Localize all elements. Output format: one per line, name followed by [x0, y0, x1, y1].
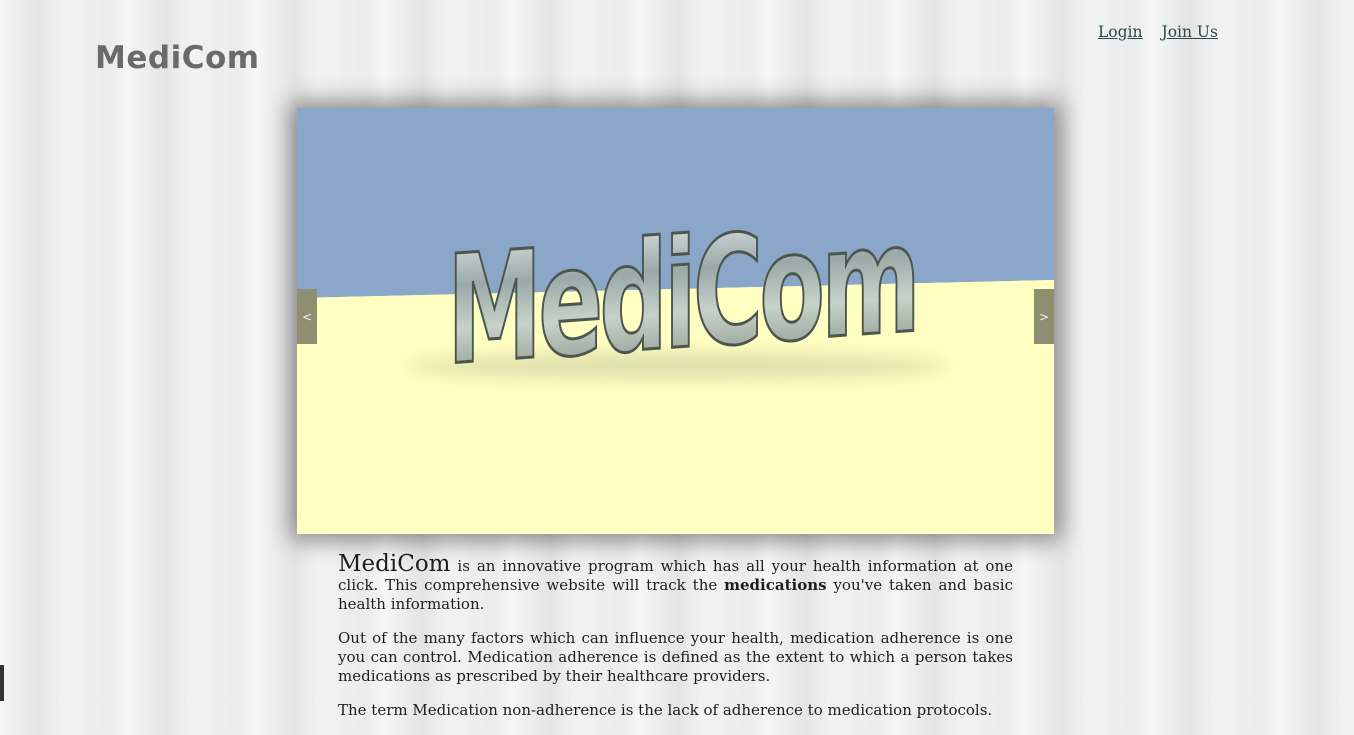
login-link[interactable]: Login	[1098, 23, 1143, 41]
slide-3d-text: MediCom	[447, 192, 917, 399]
top-nav: Login Join Us	[1098, 23, 1218, 41]
intro-content: MediCom is an innovative program which h…	[338, 553, 1013, 735]
image-slider: MediCom < >	[297, 108, 1054, 534]
intro-brand: MediCom	[338, 551, 451, 577]
non-adherence-paragraph: The term Medication non-adherence is the…	[338, 701, 993, 719]
site-logo[interactable]: MediCom	[95, 40, 260, 76]
slide-image: MediCom	[297, 108, 1054, 534]
join-us-link[interactable]: Join Us	[1162, 23, 1218, 41]
intro-paragraph: MediCom is an innovative program which h…	[338, 553, 1013, 614]
corner-tab[interactable]	[0, 665, 4, 701]
slider-next-button[interactable]: >	[1034, 289, 1054, 344]
intro-bold: medications	[724, 576, 827, 594]
slider-prev-button[interactable]: <	[297, 289, 317, 344]
adherence-paragraph: Out of the many factors which can influe…	[338, 629, 1013, 685]
